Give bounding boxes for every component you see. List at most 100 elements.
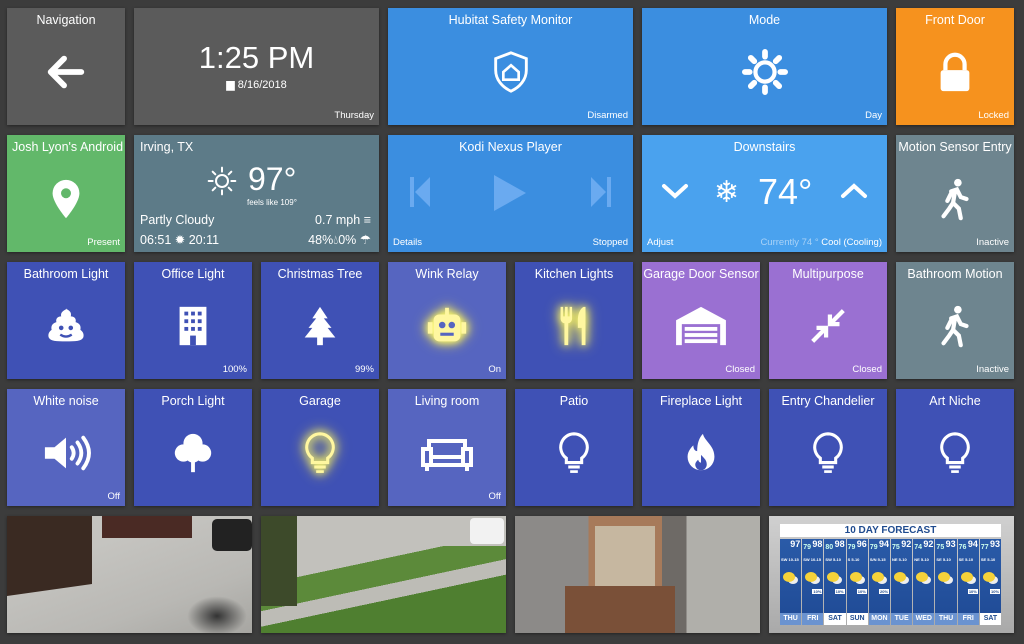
patio-tile[interactable]: Patio <box>515 389 633 506</box>
navigation-tile[interactable]: Navigation <box>7 8 125 125</box>
kodi-tile: Kodi Nexus Player Details Stopped <box>388 135 633 252</box>
fence-image <box>565 586 675 633</box>
partly-sunny-icon <box>783 572 795 582</box>
christmas-tree-tile[interactable]: Christmas Tree 99% <box>261 262 379 379</box>
entry-chandelier-tile[interactable]: Entry Chandelier <box>769 389 887 506</box>
forecast-wind: SW 5-10 <box>825 557 841 562</box>
camera-front-yard[interactable] <box>261 516 506 633</box>
clock-date: 8/16/2018 <box>237 79 287 91</box>
forecast-high: 92 <box>901 539 912 549</box>
forecast-rain: 10% <box>812 589 823 594</box>
status-text: Day <box>865 110 882 121</box>
clock-day: Thursday <box>334 110 374 121</box>
play-icon[interactable] <box>492 173 528 213</box>
garage-door-sensor-tile[interactable]: Garage Door Sensor Closed <box>642 262 760 379</box>
living-room-tile[interactable]: Living room Off <box>388 389 506 506</box>
mode-tile[interactable]: Mode Day <box>642 8 887 125</box>
forecast-day-label: FRI <box>802 613 824 625</box>
sofa-icon <box>419 430 475 476</box>
tile-title: Garage Door Sensor <box>643 267 759 281</box>
weather-tile: Irving, TX 97° feels like 109° Partly Cl… <box>134 135 379 252</box>
forecast-low: 75 <box>892 544 900 551</box>
thermostat-mode: Cool (Cooling) <box>821 237 882 248</box>
clock-time: 1:25 PM <box>198 40 315 75</box>
status-text: Locked <box>978 110 1009 121</box>
forecast-day-label: SAT <box>824 613 846 625</box>
forecast-title: 10 DAY FORECAST <box>780 524 1001 537</box>
chevron-up-icon[interactable] <box>839 181 869 201</box>
bulb-icon <box>551 430 597 476</box>
forecast-day-label: WED <box>913 613 935 625</box>
partly-sunny-icon <box>805 572 818 582</box>
forecast-day: 93 77 SE 5-10 10% SAT <box>979 539 1002 625</box>
skip-next-icon[interactable] <box>589 175 613 209</box>
forecast-days: 97 SW 10-15 THU 98 79 SW 10-15 10% FRI 98 80 SW 5-… <box>780 539 1002 625</box>
speaker-icon <box>40 430 92 476</box>
status-text: Stopped <box>592 237 628 248</box>
forecast-low: 77 <box>980 544 989 551</box>
multipurpose-tile[interactable]: Multipurpose Closed <box>769 262 887 379</box>
partly-sunny-icon <box>871 572 884 582</box>
walking-person-icon <box>932 176 978 222</box>
humidity: 48% <box>308 233 334 247</box>
forecast-wind: S/N 5-15 <box>869 557 886 562</box>
art-niche-tile[interactable]: Art Niche <box>896 389 1014 506</box>
details-link[interactable]: Details <box>393 237 422 248</box>
sun-icon <box>206 165 238 197</box>
office-light-tile[interactable]: Office Light 100% <box>134 262 252 379</box>
tile-title: White noise <box>33 394 99 408</box>
partly-sunny-icon <box>849 572 862 582</box>
tile-title: Mode <box>748 13 781 27</box>
calendar-icon: ▆ <box>226 79 238 91</box>
tile-title: Porch Light <box>161 394 225 408</box>
forecast-day: 92 75 NE 5-10 TUE <box>891 539 913 625</box>
partly-sunny-icon <box>938 572 951 582</box>
garage-light-tile[interactable]: Garage <box>261 389 379 506</box>
forecast-low: 80 <box>825 544 834 551</box>
status-text: Off <box>107 491 121 502</box>
forecast-tile[interactable]: 10 DAY FORECAST 97 SW 10-15 THU 98 79 SW 10-1… <box>769 516 1014 633</box>
forecast-day-label: SUN <box>846 613 868 625</box>
forecast-day-label: MON <box>868 613 891 625</box>
forecast-day: 94 76 SE 5-10 10% FRI <box>957 539 979 625</box>
tile-title: Front Door <box>925 13 985 27</box>
feels-like: feels like 109° <box>247 198 297 207</box>
forecast-wind: NE 5-10 <box>914 557 929 562</box>
white-noise-tile[interactable]: White noise Off <box>7 389 125 506</box>
motion-entry-tile[interactable]: Motion Sensor Entry Inactive <box>896 135 1014 252</box>
forecast-high: 94 <box>967 539 978 549</box>
tile-title: Living room <box>414 394 480 408</box>
tree-icon <box>297 303 343 349</box>
dashboard-grid: Navigation 1:25 PM ▆ 8/16/2018 Thursday … <box>7 8 1014 633</box>
hsm-tile[interactable]: Hubitat Safety Monitor Disarmed <box>388 8 633 125</box>
tile-title: Bathroom Motion <box>907 267 1003 281</box>
chevron-down-icon[interactable] <box>660 181 690 201</box>
forecast-wind: S 5-10 <box>847 557 860 562</box>
forecast-day: 97 SW 10-15 THU <box>780 539 802 625</box>
forecast-day: 93 75 SE 5-10 THU <box>935 539 957 625</box>
shadow-image <box>187 596 247 633</box>
walking-person-icon <box>932 303 978 349</box>
bulb-icon <box>805 430 851 476</box>
adjust-link[interactable]: Adjust <box>647 237 673 248</box>
forecast-wind: SE 5-10 <box>980 557 996 562</box>
van-image <box>470 518 504 544</box>
presence-tile[interactable]: Josh Lyon's Android Present <box>7 135 125 252</box>
fireplace-light-tile[interactable]: Fireplace Light <box>642 389 760 506</box>
sunset: 20:11 <box>188 233 220 247</box>
kitchen-lights-tile[interactable]: Kitchen Lights <box>515 262 633 379</box>
skip-previous-icon[interactable] <box>408 175 432 209</box>
camera-driveway[interactable] <box>7 516 252 633</box>
camera-backyard[interactable] <box>515 516 760 633</box>
bathroom-motion-tile[interactable]: Bathroom Motion Inactive <box>896 262 1014 379</box>
tile-title: Office Light <box>161 267 225 281</box>
wind-speed: 0.7 mph <box>315 213 361 227</box>
wink-relay-tile[interactable]: Wink Relay On <box>388 262 506 379</box>
bathroom-light-tile[interactable]: Bathroom Light <box>7 262 125 379</box>
front-door-tile[interactable]: Front Door Locked <box>896 8 1014 125</box>
arrow-left-icon <box>43 49 89 95</box>
forecast-day-label: FRI <box>957 613 979 625</box>
tile-title: Kitchen Lights <box>534 267 614 281</box>
forecast-rain: 20% <box>879 589 890 594</box>
porch-light-tile[interactable]: Porch Light <box>134 389 252 506</box>
